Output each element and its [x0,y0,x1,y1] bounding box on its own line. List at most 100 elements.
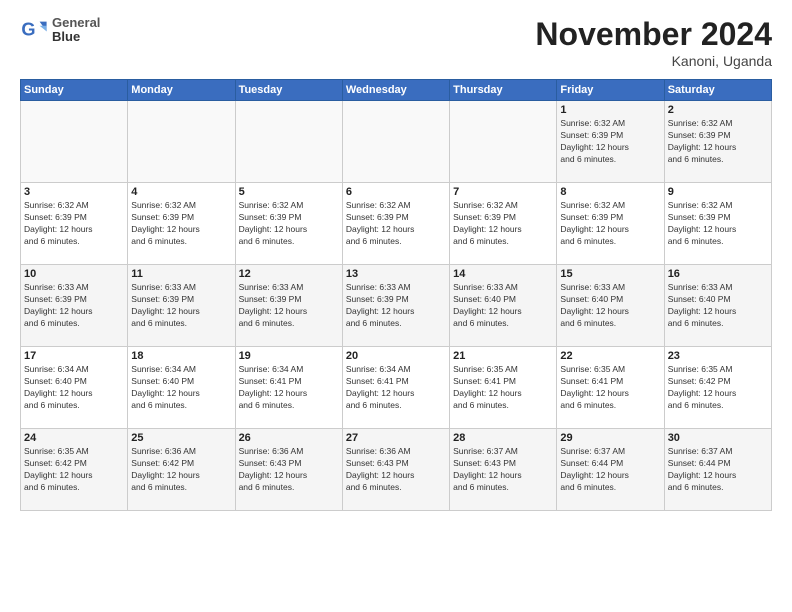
day-info: Sunrise: 6:32 AMSunset: 6:39 PMDaylight:… [668,118,768,166]
calendar-week-2: 3Sunrise: 6:32 AMSunset: 6:39 PMDaylight… [21,183,772,265]
day-info: Sunrise: 6:34 AMSunset: 6:41 PMDaylight:… [346,364,446,412]
day-number: 30 [668,432,768,444]
col-friday: Friday [557,80,664,101]
day-number: 19 [239,350,339,362]
calendar-cell [128,101,235,183]
header: G General Blue November 2024 Kanoni, Uga… [20,16,772,69]
calendar-cell: 11 Sunrise: 6:33 AMSunset: 6:39 PMDayligh… [128,265,235,347]
calendar-cell: 20 Sunrise: 6:34 AMSunset: 6:41 PMDayligh… [342,347,449,429]
day-number: 17 [24,350,124,362]
day-number: 11 [131,268,231,280]
day-info: Sunrise: 6:33 AMSunset: 6:39 PMDaylight:… [346,282,446,330]
calendar-cell: 29 Sunrise: 6:37 AMSunset: 6:44 PMDayligh… [557,429,664,511]
calendar-cell: 23 Sunrise: 6:35 AMSunset: 6:42 PMDayligh… [664,347,771,429]
calendar-cell: 16 Sunrise: 6:33 AMSunset: 6:40 PMDayligh… [664,265,771,347]
day-info: Sunrise: 6:32 AMSunset: 6:39 PMDaylight:… [24,200,124,248]
calendar-cell: 4Sunrise: 6:32 AMSunset: 6:39 PMDaylight… [128,183,235,265]
day-info: Sunrise: 6:34 AMSunset: 6:40 PMDaylight:… [24,364,124,412]
day-info: Sunrise: 6:36 AMSunset: 6:43 PMDaylight:… [239,446,339,494]
day-number: 21 [453,350,553,362]
day-number: 9 [668,186,768,198]
col-tuesday: Tuesday [235,80,342,101]
day-info: Sunrise: 6:34 AMSunset: 6:40 PMDaylight:… [131,364,231,412]
col-monday: Monday [128,80,235,101]
calendar-week-4: 17 Sunrise: 6:34 AMSunset: 6:40 PMDayligh… [21,347,772,429]
calendar-cell: 14Sunrise: 6:33 AMSunset: 6:40 PMDayligh… [450,265,557,347]
calendar-cell: 18 Sunrise: 6:34 AMSunset: 6:40 PMDayligh… [128,347,235,429]
day-info: Sunrise: 6:32 AMSunset: 6:39 PMDaylight:… [239,200,339,248]
calendar-cell: 24 Sunrise: 6:35 AMSunset: 6:42 PMDayligh… [21,429,128,511]
day-info: Sunrise: 6:32 AMSunset: 6:39 PMDaylight:… [453,200,553,248]
col-sunday: Sunday [21,80,128,101]
day-info: Sunrise: 6:32 AMSunset: 6:39 PMDaylight:… [346,200,446,248]
day-number: 29 [560,432,660,444]
calendar-cell: 15Sunrise: 6:33 AMSunset: 6:40 PMDayligh… [557,265,664,347]
calendar-cell: 12 Sunrise: 6:33 AMSunset: 6:39 PMDayligh… [235,265,342,347]
svg-text:G: G [21,20,35,40]
day-info: Sunrise: 6:36 AMSunset: 6:43 PMDaylight:… [346,446,446,494]
day-info: Sunrise: 6:33 AMSunset: 6:40 PMDaylight:… [453,282,553,330]
day-info: Sunrise: 6:33 AMSunset: 6:40 PMDaylight:… [560,282,660,330]
month-title: November 2024 [535,16,772,53]
page: G General Blue November 2024 Kanoni, Uga… [0,0,792,612]
day-number: 2 [668,104,768,116]
day-number: 25 [131,432,231,444]
calendar-cell: 27 Sunrise: 6:36 AMSunset: 6:43 PMDayligh… [342,429,449,511]
calendar-week-1: 1 Sunrise: 6:32 AMSunset: 6:39 PMDaylight… [21,101,772,183]
header-row: Sunday Monday Tuesday Wednesday Thursday… [21,80,772,101]
calendar-cell: 5Sunrise: 6:32 AMSunset: 6:39 PMDaylight… [235,183,342,265]
day-number: 24 [24,432,124,444]
day-info: Sunrise: 6:33 AMSunset: 6:39 PMDaylight:… [239,282,339,330]
day-info: Sunrise: 6:35 AMSunset: 6:42 PMDaylight:… [668,364,768,412]
calendar-header: Sunday Monday Tuesday Wednesday Thursday… [21,80,772,101]
day-info: Sunrise: 6:37 AMSunset: 6:43 PMDaylight:… [453,446,553,494]
day-number: 28 [453,432,553,444]
calendar-week-3: 10 Sunrise: 6:33 AMSunset: 6:39 PMDayligh… [21,265,772,347]
calendar-cell: 21 Sunrise: 6:35 AMSunset: 6:41 PMDayligh… [450,347,557,429]
calendar-cell: 19 Sunrise: 6:34 AMSunset: 6:41 PMDayligh… [235,347,342,429]
day-number: 22 [560,350,660,362]
day-info: Sunrise: 6:36 AMSunset: 6:42 PMDaylight:… [131,446,231,494]
day-info: Sunrise: 6:32 AMSunset: 6:39 PMDaylight:… [668,200,768,248]
day-number: 23 [668,350,768,362]
calendar-body: 1 Sunrise: 6:32 AMSunset: 6:39 PMDaylight… [21,101,772,511]
day-number: 12 [239,268,339,280]
day-number: 27 [346,432,446,444]
calendar-cell: 8Sunrise: 6:32 AMSunset: 6:39 PMDaylight… [557,183,664,265]
calendar-cell: 30Sunrise: 6:37 AMSunset: 6:44 PMDayligh… [664,429,771,511]
col-wednesday: Wednesday [342,80,449,101]
day-info: Sunrise: 6:37 AMSunset: 6:44 PMDaylight:… [560,446,660,494]
day-number: 18 [131,350,231,362]
day-info: Sunrise: 6:35 AMSunset: 6:41 PMDaylight:… [453,364,553,412]
day-info: Sunrise: 6:35 AMSunset: 6:42 PMDaylight:… [24,446,124,494]
day-number: 10 [24,268,124,280]
day-number: 1 [560,104,660,116]
day-number: 20 [346,350,446,362]
day-info: Sunrise: 6:32 AMSunset: 6:39 PMDaylight:… [560,200,660,248]
calendar-cell [21,101,128,183]
calendar-cell: 26Sunrise: 6:36 AMSunset: 6:43 PMDayligh… [235,429,342,511]
calendar-cell: 7 Sunrise: 6:32 AMSunset: 6:39 PMDaylight… [450,183,557,265]
day-number: 7 [453,186,553,198]
calendar-cell: 9 Sunrise: 6:32 AMSunset: 6:39 PMDaylight… [664,183,771,265]
col-thursday: Thursday [450,80,557,101]
day-info: Sunrise: 6:34 AMSunset: 6:41 PMDaylight:… [239,364,339,412]
calendar: Sunday Monday Tuesday Wednesday Thursday… [20,79,772,511]
day-number: 13 [346,268,446,280]
day-number: 16 [668,268,768,280]
logo-line1: General [52,16,100,30]
location: Kanoni, Uganda [535,53,772,69]
day-info: Sunrise: 6:33 AMSunset: 6:40 PMDaylight:… [668,282,768,330]
logo-icon: G [20,16,48,44]
day-number: 6 [346,186,446,198]
calendar-cell: 3Sunrise: 6:32 AMSunset: 6:39 PMDaylight… [21,183,128,265]
calendar-cell: 28 Sunrise: 6:37 AMSunset: 6:43 PMDayligh… [450,429,557,511]
calendar-cell [450,101,557,183]
day-info: Sunrise: 6:33 AMSunset: 6:39 PMDaylight:… [131,282,231,330]
calendar-cell: 2 Sunrise: 6:32 AMSunset: 6:39 PMDaylight… [664,101,771,183]
calendar-cell [235,101,342,183]
title-area: November 2024 Kanoni, Uganda [535,16,772,69]
calendar-week-5: 24 Sunrise: 6:35 AMSunset: 6:42 PMDayligh… [21,429,772,511]
calendar-cell: 1Sunrise: 6:32 AMSunset: 6:39 PMDaylight… [557,101,664,183]
calendar-cell: 10Sunrise: 6:33 AMSunset: 6:39 PMDayligh… [21,265,128,347]
